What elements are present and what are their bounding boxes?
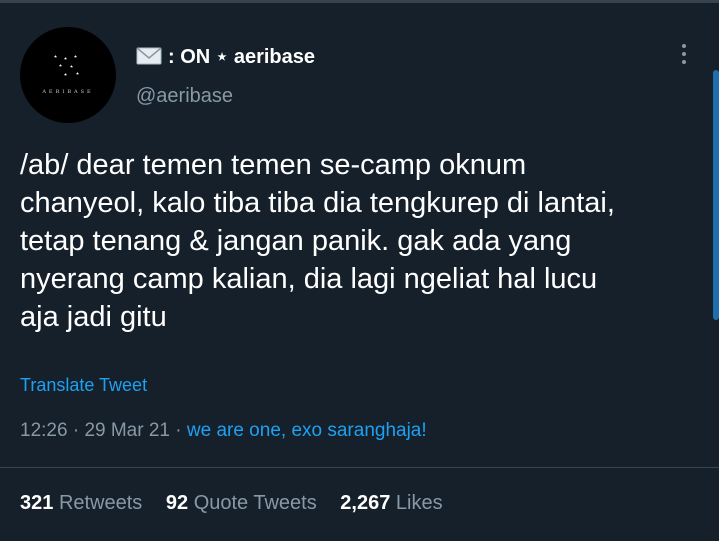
author-name-row[interactable]: : ON ⋆ aeribase xyxy=(136,42,315,70)
tweet-detail: ⋆ ⋆ ⋆ ⋆ ⋆ ⋆ ⋆ AERIBASE : ON ⋆ aeribase @… xyxy=(0,0,719,541)
retweets-label: Retweets xyxy=(58,492,143,514)
tweet-text: /ab/ dear temen temen se-camp oknum chan… xyxy=(20,146,700,336)
tweet-source-link[interactable]: we are one, exo saranghaja! xyxy=(187,420,427,441)
tweet-time[interactable]: 12:26 xyxy=(20,420,68,441)
tweet-text-line: chanyeol, kalo tiba tiba dia tengkurep d… xyxy=(20,187,615,219)
avatar-stars-logo: ⋆ ⋆ ⋆ ⋆ ⋆ ⋆ ⋆ xyxy=(53,52,82,79)
retweets-stat[interactable]: 321 Retweets xyxy=(20,492,166,514)
author-handle[interactable]: @aeribase xyxy=(136,85,233,108)
quotes-stat[interactable]: 92 Quote Tweets xyxy=(166,492,340,514)
translate-tweet-link[interactable]: Translate Tweet xyxy=(20,375,147,396)
meta-separator: · xyxy=(175,420,187,441)
tweet-text-line: aja jadi gitu xyxy=(20,301,167,333)
retweets-count: 321 xyxy=(20,492,54,514)
tweet-text-line: nyerang camp kalian, dia lagi ngeliat ha… xyxy=(20,263,598,295)
avatar[interactable]: ⋆ ⋆ ⋆ ⋆ ⋆ ⋆ ⋆ AERIBASE xyxy=(20,27,116,123)
author-display-name[interactable]: : ON ⋆ aeribase xyxy=(168,44,315,69)
quotes-label: Quote Tweets xyxy=(193,492,317,514)
tweet-meta: 12:26 · 29 Mar 21 · we are one, exo sara… xyxy=(20,420,427,442)
tweet-text-line: /ab/ dear temen temen se-camp oknum xyxy=(20,149,527,181)
tweet-text-line: tetap tenang & jangan panik. gak ada yan… xyxy=(20,225,572,257)
scrollbar-thumb[interactable] xyxy=(713,70,719,320)
meta-separator: · xyxy=(72,420,85,441)
likes-stat[interactable]: 2,267 Likes xyxy=(340,492,460,514)
envelope-icon xyxy=(136,47,162,65)
engagement-stats: 321 Retweets 92 Quote Tweets 2,267 Likes xyxy=(20,492,461,515)
tweet-date[interactable]: 29 Mar 21 xyxy=(84,420,170,441)
avatar-brand-text: AERIBASE xyxy=(42,89,94,95)
more-options-icon[interactable] xyxy=(676,42,692,68)
stats-divider xyxy=(0,467,719,468)
quotes-count: 92 xyxy=(165,492,189,514)
likes-count: 2,267 xyxy=(340,492,391,514)
likes-label: Likes xyxy=(395,492,443,514)
